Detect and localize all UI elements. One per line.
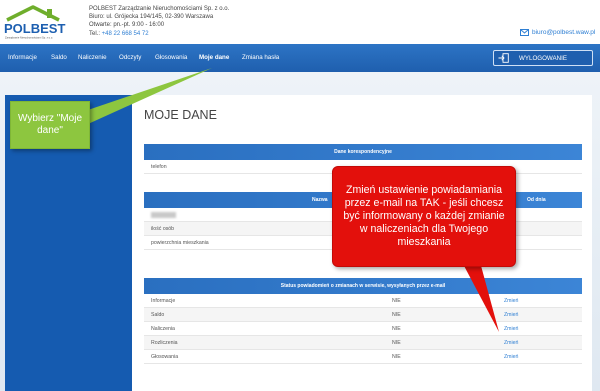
green-arrow (82, 68, 212, 124)
callout-choose-my-data: Wybierz "Moje dane" (10, 101, 90, 149)
red-arrow (462, 262, 499, 332)
callout-email-notification: Zmień ustawienie powiadamiania przez e-m… (332, 166, 516, 267)
